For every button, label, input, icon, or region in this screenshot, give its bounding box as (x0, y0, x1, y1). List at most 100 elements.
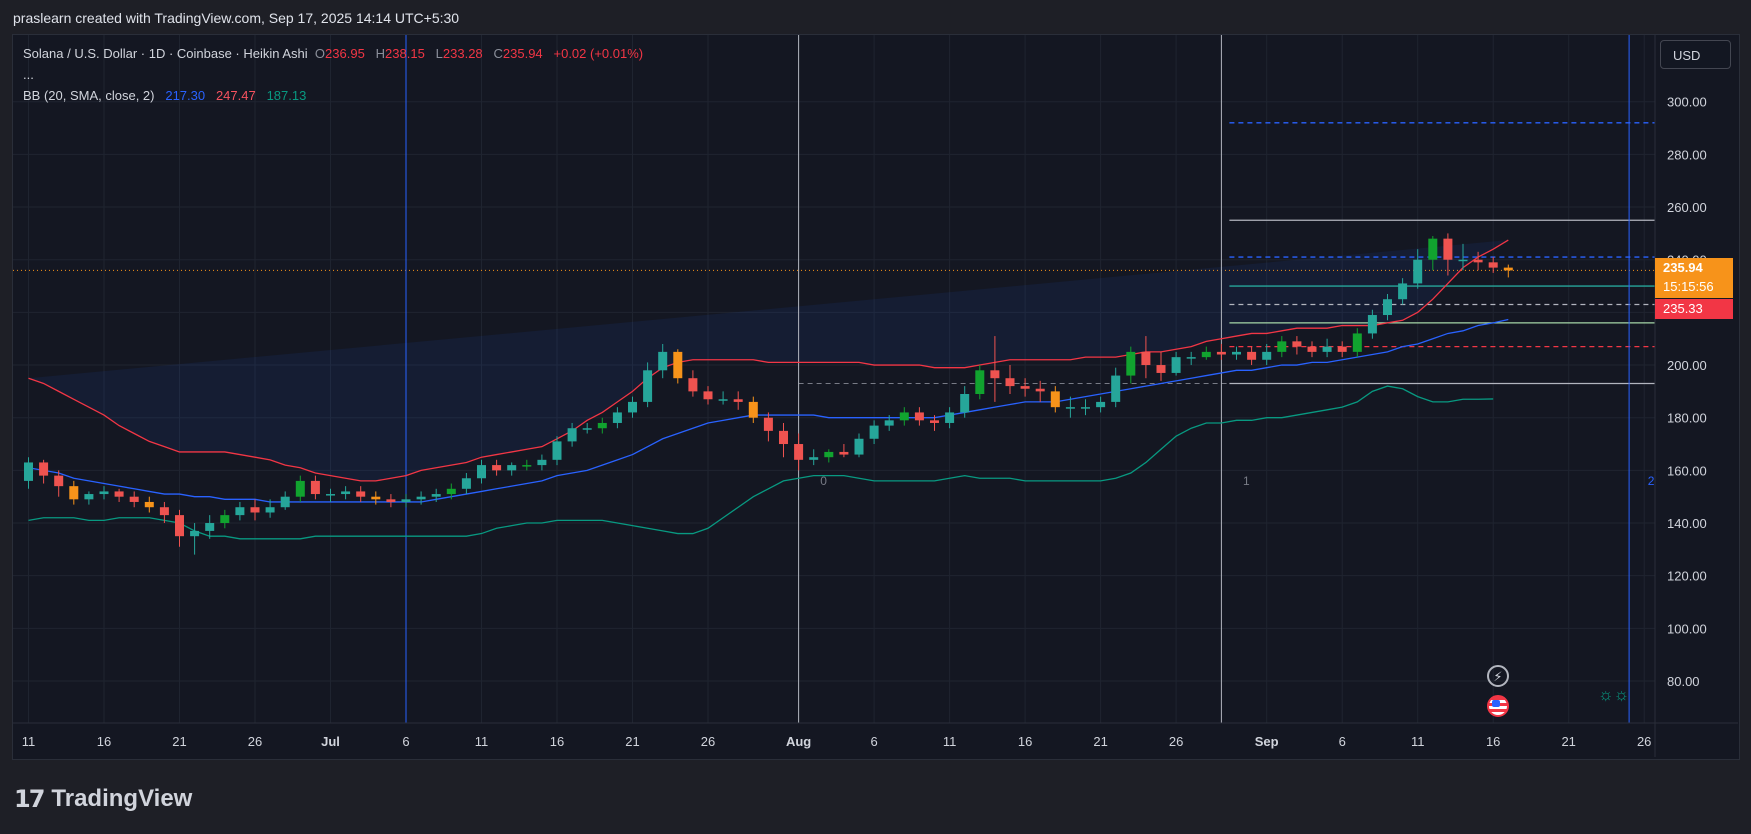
lightning-icon[interactable]: ⚡ (1487, 665, 1509, 687)
candle-body (341, 491, 351, 495)
x-tick-label: 26 (701, 734, 715, 749)
high-value: 238.15 (385, 46, 425, 61)
candle-body (960, 394, 970, 413)
candle-body (703, 391, 713, 400)
y-tick-label: 160.00 (1667, 463, 1707, 478)
candle-body (990, 370, 1000, 379)
candle-body (401, 499, 411, 502)
x-tick-label: 21 (625, 734, 639, 749)
legend-more-button[interactable]: ... (23, 66, 643, 87)
x-tick-label: 11 (943, 734, 957, 749)
tradingview-logo[interactable]: 17 TradingView (14, 785, 192, 813)
candle (1307, 341, 1317, 358)
y-tick-label: 180.00 (1667, 411, 1707, 426)
candle (854, 433, 864, 458)
candle-body (1035, 388, 1045, 392)
candle (341, 486, 351, 500)
us-flag-icon[interactable] (1487, 695, 1509, 717)
candle (114, 488, 124, 502)
bb-basis-value: 217.30 (165, 88, 206, 103)
low-value: 233.28 (442, 46, 483, 61)
y-tick-label: 280.00 (1667, 147, 1707, 162)
candle-body (265, 507, 275, 513)
candle-body (1352, 333, 1362, 352)
candle-body (326, 494, 335, 496)
candle-body (431, 494, 441, 497)
candle (1050, 386, 1060, 413)
x-tick-label: 16 (1486, 734, 1500, 749)
x-tick-label: Sep (1255, 734, 1279, 749)
candle-body (295, 480, 305, 497)
x-tick-label: 11 (1411, 734, 1425, 749)
candle (175, 509, 184, 547)
candle-body (779, 430, 788, 445)
currency-button[interactable]: USD (1660, 40, 1731, 69)
last-price-tag[interactable]: 235.94 15:15:56 (1655, 258, 1733, 298)
candle-body (54, 475, 64, 487)
bb-indicator-row[interactable]: BB (20, SMA, close, 2) 217.30 247.47 187… (23, 87, 643, 108)
candle-body (1367, 315, 1377, 334)
candle (1156, 351, 1166, 381)
candle-body (1247, 351, 1257, 360)
candle-body (854, 438, 864, 455)
candle (1503, 264, 1513, 278)
candle-body (144, 501, 154, 508)
candle (99, 486, 109, 500)
open-value: 236.95 (325, 46, 365, 61)
candle (144, 496, 154, 513)
candle (1186, 351, 1196, 366)
candle-body (1443, 238, 1453, 260)
candle-body (386, 499, 396, 502)
candle (371, 491, 381, 505)
candle-body (1413, 259, 1423, 284)
candle-body (1473, 259, 1483, 263)
x-tick-label: 11 (22, 734, 36, 749)
y-tick-label: 100.00 (1667, 621, 1707, 636)
candle-body (914, 412, 924, 421)
x-tick-label: 21 (1093, 734, 1107, 749)
second-price-tag: 235.33 (1655, 299, 1733, 319)
candle (1322, 338, 1332, 358)
y-tick-label: 140.00 (1667, 516, 1707, 531)
x-tick-label: 16 (550, 734, 564, 749)
candle-body (99, 491, 109, 495)
candle-body (733, 399, 743, 402)
symbol-row[interactable]: Solana / U.S. Dollar · 1D · Coinbase · H… (23, 45, 643, 66)
candle (597, 417, 607, 434)
candle (1020, 378, 1030, 397)
candle (582, 422, 592, 434)
candle-body (1398, 283, 1408, 300)
candle-body (1488, 262, 1498, 268)
symbol-title[interactable]: Solana / U.S. Dollar · 1D · Coinbase · H… (23, 46, 308, 61)
candle (1111, 367, 1121, 408)
candle-body (930, 420, 939, 423)
y-tick-label: 80.00 (1667, 674, 1700, 689)
candle (1216, 343, 1226, 360)
candle-body (1428, 238, 1438, 260)
candle-body (718, 399, 728, 401)
candle-body (975, 370, 985, 395)
candle-body (1458, 259, 1468, 262)
candle-body (839, 451, 849, 455)
x-tick-label: 21 (1561, 734, 1575, 749)
candle-body (1262, 351, 1272, 360)
x-tick-label: 26 (248, 734, 262, 749)
close-value: 235.94 (502, 46, 543, 61)
candle-body (673, 351, 683, 379)
indicator-name[interactable]: BB (20, SMA, close, 2) (23, 88, 155, 103)
candle (1171, 351, 1181, 376)
candle (809, 449, 819, 466)
price-axis: 80.00 100.00 120.00 140.00 160.00 180.00 200.0… (1654, 35, 1707, 757)
candle (1247, 346, 1257, 366)
candle-body (235, 507, 245, 516)
x-tick-label: 26 (1169, 734, 1183, 749)
x-tick-label: 16 (97, 734, 111, 749)
sun-icon[interactable]: ☼☼ (1598, 685, 1629, 705)
candle-body (1020, 386, 1030, 389)
candle-body (1096, 401, 1106, 408)
tradingview-logo-icon: 17 (14, 785, 45, 813)
candle-body (507, 465, 517, 471)
candle-body (1292, 341, 1302, 347)
candle-body (1322, 346, 1332, 352)
x-tick-label: 16 (1018, 734, 1032, 749)
